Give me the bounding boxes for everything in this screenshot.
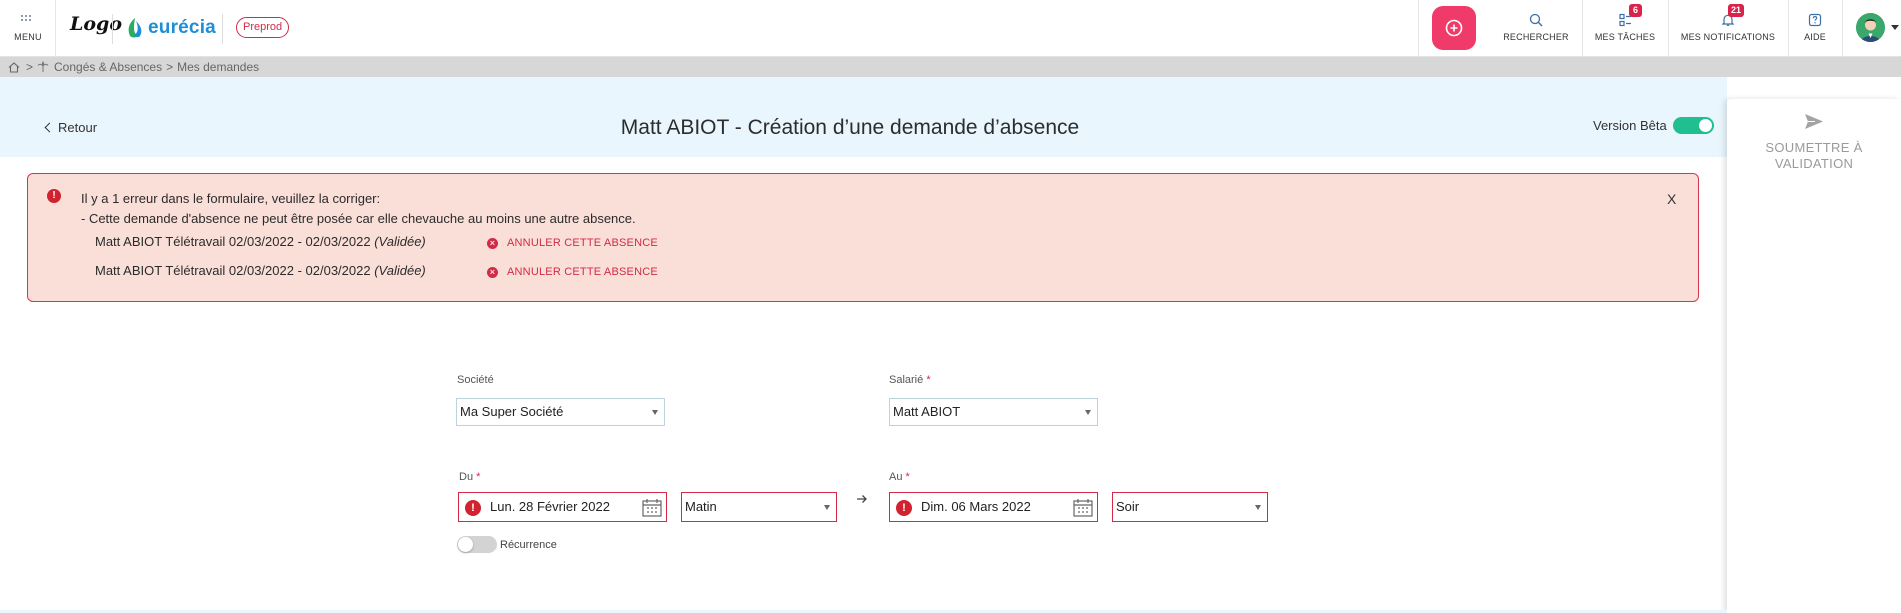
end-date-value: Dim. 06 Mars 2022 [921, 499, 1031, 514]
company-label: Société [457, 374, 494, 386]
error-message: Il y a 1 erreur dans le formulaire, veui… [81, 191, 381, 206]
beta-toggle-group: Version Bêta [1593, 117, 1714, 134]
from-label-text: Du [459, 471, 474, 483]
close-circle-icon: × [487, 237, 498, 249]
cancel-absence-button[interactable]: × ANNULER CETTE ABSENCE [487, 266, 658, 278]
chevron-down-icon [1085, 410, 1091, 415]
recurrence-toggle-group: Récurrence [457, 536, 557, 553]
home-icon[interactable] [8, 61, 20, 73]
environment-badge: Preprod [236, 17, 290, 38]
palm-tree-icon [37, 61, 49, 72]
nav-notifications-label: MES NOTIFICATIONS [1680, 32, 1776, 42]
end-period-value: Soir [1116, 499, 1140, 514]
divider [1418, 0, 1419, 57]
conflict-status: (Validée) [374, 263, 426, 278]
submit-label-line1: SOUMETTRE À [1765, 140, 1863, 155]
brand-logo[interactable]: eurécia [126, 16, 216, 40]
brand-name: eurécia [148, 17, 216, 38]
end-date-input[interactable]: ! Dim. 06 Mars 2022 [889, 492, 1098, 522]
calendar-icon[interactable] [642, 498, 662, 517]
employee-select[interactable]: Matt ABIOT [889, 398, 1098, 426]
cancel-absence-label: ANNULER CETTE ABSENCE [507, 266, 658, 278]
employee-value: Matt ABIOT [893, 404, 961, 419]
error-icon: ! [47, 189, 61, 203]
send-icon [1805, 114, 1823, 129]
error-alert: ! Il y a 1 erreur dans le formulaire, ve… [27, 173, 1699, 302]
add-button[interactable] [1432, 6, 1476, 50]
conflict-text: Matt ABIOT Télétravail 02/03/2022 - 02/0… [95, 234, 371, 249]
nav-search-label: RECHERCHER [1503, 32, 1569, 42]
required-mark: * [476, 471, 481, 483]
divider [112, 14, 113, 44]
company-label-text: Société [457, 374, 494, 386]
from-label: Du * [459, 471, 480, 483]
cancel-absence-button[interactable]: × ANNULER CETTE ABSENCE [487, 237, 658, 249]
breadcrumb-section[interactable]: Congés & Absences [54, 57, 162, 77]
brand-mark-icon [128, 18, 142, 38]
to-label: Au * [889, 471, 910, 483]
company-value: Ma Super Société [460, 404, 564, 419]
beta-label: Version Bêta [1593, 118, 1667, 133]
submit-for-validation-button[interactable]: SOUMETTRE À VALIDATION [1727, 113, 1901, 172]
recurrence-label: Récurrence [500, 538, 557, 551]
cancel-absence-label: ANNULER CETTE ABSENCE [507, 237, 658, 249]
conflict-status: (Validée) [374, 234, 426, 249]
employee-label: Salarié * [889, 374, 931, 386]
nav-search[interactable]: RECHERCHER [1490, 0, 1582, 57]
avatar-icon [1856, 13, 1885, 42]
conflict-item: Matt ABIOT Télétravail 02/03/2022 - 02/0… [95, 263, 426, 278]
error-icon: ! [896, 500, 912, 516]
arrow-right-icon [857, 495, 867, 503]
menu-label: MENU [14, 32, 42, 42]
breadcrumb-separator: > [26, 60, 34, 74]
tasks-badge: 6 [1629, 4, 1642, 17]
to-label-text: Au [889, 471, 903, 483]
search-icon [1529, 13, 1543, 27]
breadcrumb-separator: > [166, 60, 174, 74]
divider [222, 14, 223, 44]
notifications-badge: 21 [1728, 4, 1745, 17]
conflict-item: Matt ABIOT Télétravail 02/03/2022 - 02/0… [95, 234, 426, 249]
start-date-input[interactable]: ! Lun. 28 Février 2022 [458, 492, 667, 522]
plus-circle-icon [1445, 19, 1463, 37]
chevron-down-icon[interactable] [1891, 25, 1899, 30]
error-detail: - Cette demande d'absence ne peut être p… [81, 211, 636, 226]
nav-tasks-label: MES TÂCHES [1594, 32, 1656, 42]
chevron-down-icon [652, 410, 658, 415]
user-avatar[interactable] [1856, 13, 1885, 42]
error-icon: ! [465, 500, 481, 516]
close-circle-icon: × [487, 266, 498, 278]
required-mark: * [926, 374, 931, 386]
required-mark: * [905, 471, 910, 483]
recurrence-toggle[interactable] [457, 536, 497, 553]
start-date-value: Lun. 28 Février 2022 [490, 499, 610, 514]
help-icon [1808, 13, 1822, 27]
breadcrumb: > Congés & Absences > Mes demandes [0, 57, 1901, 77]
grid-icon [21, 15, 33, 25]
beta-toggle[interactable] [1672, 117, 1714, 134]
page-title: Matt ABIOT - Création d’une demande d’ab… [620, 116, 1080, 139]
nav-help[interactable]: AIDE [1788, 0, 1842, 57]
submit-label-line2: VALIDATION [1774, 156, 1854, 171]
close-alert-button[interactable]: X [1667, 191, 1676, 207]
chevron-down-icon [1255, 505, 1261, 510]
divider [1842, 0, 1843, 57]
top-bar: MENU Logo eurécia Preprod RECHERCHER 6 M… [0, 0, 1901, 57]
nav-help-label: AIDE [1804, 32, 1826, 42]
action-panel: SOUMETTRE À VALIDATION [1727, 99, 1901, 613]
menu-button[interactable]: MENU [0, 0, 56, 57]
nav-tasks[interactable]: 6 MES TÂCHES [1582, 0, 1668, 57]
start-period-select[interactable]: Matin [681, 492, 837, 522]
company-logo[interactable]: Logo [70, 13, 122, 35]
breadcrumb-current[interactable]: Mes demandes [177, 57, 259, 77]
chevron-down-icon [824, 505, 830, 510]
conflict-text: Matt ABIOT Télétravail 02/03/2022 - 02/0… [95, 263, 371, 278]
nav-notifications[interactable]: 21 MES NOTIFICATIONS [1668, 0, 1788, 57]
calendar-icon[interactable] [1073, 498, 1093, 517]
employee-label-text: Salarié [889, 374, 924, 386]
company-select[interactable]: Ma Super Société [456, 398, 665, 426]
start-period-value: Matin [685, 499, 717, 514]
end-period-select[interactable]: Soir [1112, 492, 1268, 522]
